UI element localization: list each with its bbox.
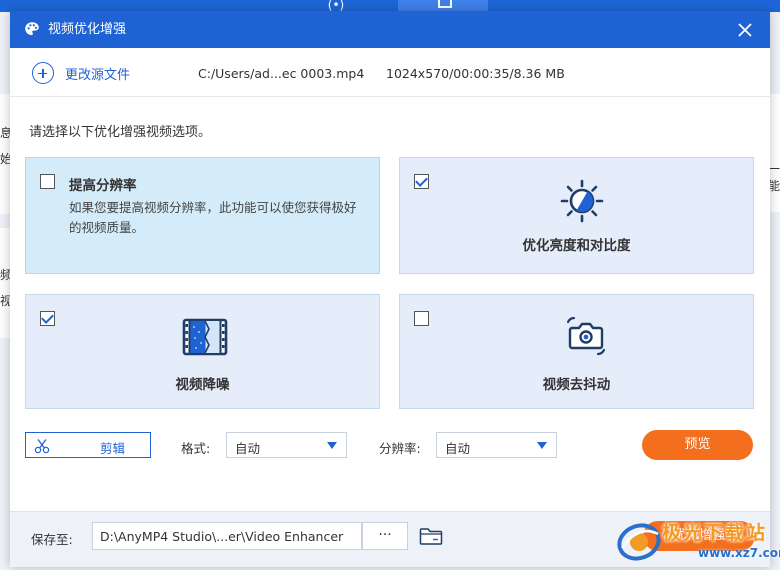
stabilize-checkbox[interactable] bbox=[414, 311, 429, 326]
upscale-description: 如果您要提高视频分辨率，此功能可以使您获得极好的视频质量。 bbox=[69, 200, 357, 235]
chevron-down-icon bbox=[537, 442, 547, 449]
change-source-label: 更改源文件 bbox=[65, 67, 131, 83]
brightness-checkbox[interactable] bbox=[414, 174, 429, 189]
browse-button[interactable]: ··· bbox=[362, 522, 408, 550]
save-path-input[interactable]: D:\AnyMP4 Studio\...er\Video Enhancer bbox=[92, 522, 362, 550]
dialog-titlebar: 视频优化增强 bbox=[10, 11, 770, 48]
close-icon[interactable] bbox=[734, 19, 756, 41]
preview-button[interactable]: 预览 bbox=[642, 430, 753, 460]
add-circle-icon bbox=[32, 62, 54, 84]
option-card-stabilize[interactable]: 视频去抖动 bbox=[399, 294, 754, 409]
dialog-title: 视频优化增强 bbox=[48, 22, 127, 37]
resolution-value: 自动 bbox=[445, 441, 471, 456]
resolution-select[interactable]: 自动 bbox=[436, 432, 557, 458]
chevron-down-icon bbox=[327, 442, 337, 449]
brightness-icon bbox=[560, 179, 604, 223]
option-card-upscale[interactable]: 提高分辨率 如果您要提高视频分辨率，此功能可以使您获得极好的视频质量。 bbox=[25, 157, 380, 274]
shaky-camera-icon bbox=[566, 316, 606, 356]
format-select[interactable]: 自动 bbox=[226, 432, 347, 458]
clip-label: 剪辑 bbox=[100, 441, 126, 456]
open-folder-icon[interactable] bbox=[419, 526, 443, 546]
change-source-button[interactable]: 更改源文件 bbox=[32, 62, 130, 84]
scissors-icon bbox=[34, 439, 50, 454]
options-prompt: 请选择以下优化增强视频选项。 bbox=[29, 125, 212, 140]
upscale-title: 提高分辨率 bbox=[69, 178, 137, 194]
palette-icon bbox=[25, 22, 39, 35]
resolution-label: 分辨率: bbox=[379, 441, 421, 456]
stabilize-title: 视频去抖动 bbox=[542, 377, 611, 393]
format-value: 自动 bbox=[235, 441, 261, 456]
film-icon bbox=[182, 318, 228, 356]
save-to-label: 保存至: bbox=[31, 532, 73, 547]
enhance-button[interactable]: 优化增强 bbox=[643, 521, 755, 551]
source-file-info: 1024x570/00:00:35/8.36 MB bbox=[386, 66, 565, 81]
save-footer: 保存至: D:\AnyMP4 Studio\...er\Video Enhanc… bbox=[10, 511, 770, 567]
clip-button[interactable]: 剪辑 bbox=[25, 432, 151, 458]
option-card-denoise[interactable]: 视频降噪 bbox=[25, 294, 380, 409]
option-card-brightness[interactable]: 优化亮度和对比度 bbox=[399, 157, 754, 274]
format-label: 格式: bbox=[181, 441, 211, 456]
source-file-bar: 更改源文件 C:/Users/ad...ec 0003.mp4 1024x570… bbox=[10, 48, 770, 97]
brightness-title: 优化亮度和对比度 bbox=[522, 238, 631, 254]
denoise-title: 视频降噪 bbox=[175, 377, 230, 393]
source-file-path: C:/Users/ad...ec 0003.mp4 bbox=[198, 66, 365, 81]
denoise-checkbox[interactable] bbox=[40, 311, 55, 326]
video-enhance-dialog: 视频优化增强 更改源文件 C:/Users/ad...ec 0003.mp4 1… bbox=[10, 11, 770, 567]
upscale-checkbox[interactable] bbox=[40, 174, 55, 189]
